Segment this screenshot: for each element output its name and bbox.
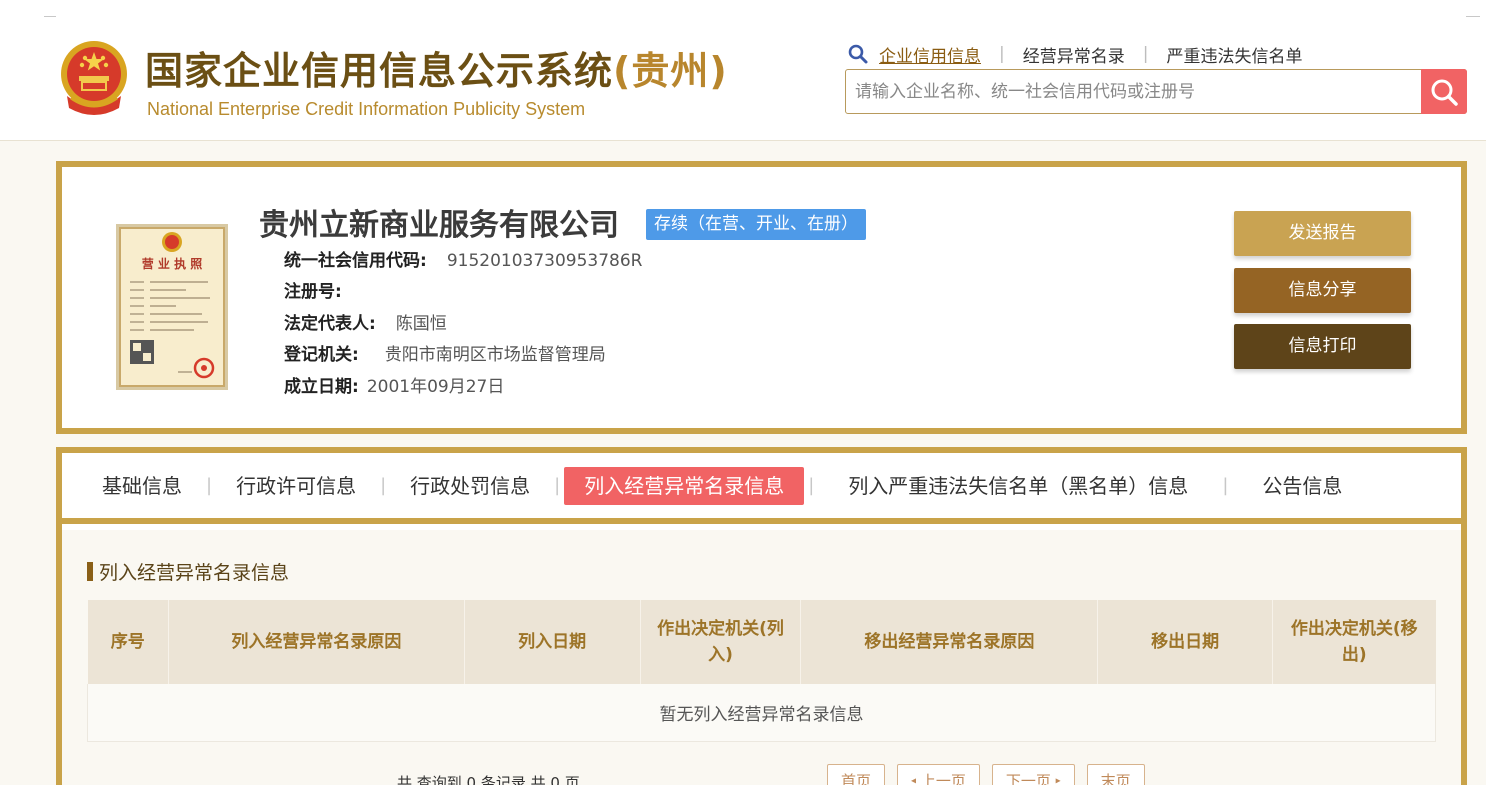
nav-separator: |	[1142, 44, 1149, 64]
info-label: 法定代表人:	[284, 314, 376, 334]
first-page-label: 首页	[841, 772, 872, 785]
first-page-button[interactable]: 首页	[827, 764, 886, 785]
site-title-cn: 国家企业信用信息公示系统(贵州)	[145, 48, 728, 94]
tab-separator: |	[206, 475, 213, 496]
info-label: 登记机关:	[284, 345, 359, 365]
info-row-authority: 登记机关: 贵阳市南明区市场监督管理局	[284, 343, 606, 367]
info-tabs: 基础信息 | 行政许可信息 | 行政处罚信息 | 列入经营异常名录信息 | 列入…	[62, 453, 1461, 524]
top-nav-links: 企业信用信息 | 经营异常名录 | 严重违法失信名单	[847, 42, 1302, 67]
caret-right-icon: ▸	[1055, 775, 1061, 785]
column-header: 移出经营异常名录原因	[800, 600, 1099, 684]
site-header: 国家企业信用信息公示系统(贵州) National Enterprise Cre…	[0, 0, 1486, 141]
site-title-province: (贵州)	[613, 49, 728, 93]
info-value: 陈国恒	[395, 314, 447, 334]
status-badge: 存续（在营、开业、在册）	[646, 209, 866, 240]
table-header-row: 序号 列入经营异常名录原因 列入日期 作出决定机关(列入) 移出经营异常名录原因…	[87, 600, 1436, 684]
site-title-en: National Enterprise Credit Information P…	[147, 99, 586, 119]
info-value: 贵阳市南明区市场监督管理局	[384, 345, 606, 365]
column-header: 作出决定机关(移出)	[1272, 600, 1436, 684]
send-report-button[interactable]: 发送报告	[1234, 211, 1411, 256]
header-divider-left	[44, 16, 56, 17]
national-emblem-icon	[61, 41, 127, 115]
info-label: 统一社会信用代码:	[284, 251, 427, 271]
table-row: 暂无列入经营异常名录信息	[87, 684, 1436, 742]
pagination-summary: 共 查询到 0 条记录 共 0 页	[397, 774, 580, 785]
detail-panel: 基础信息 | 行政许可信息 | 行政处罚信息 | 列入经营异常名录信息 | 列入…	[56, 447, 1467, 785]
next-page-button[interactable]: 下一页 ▸	[991, 764, 1075, 785]
column-header: 列入日期	[464, 600, 641, 684]
license-title: 营 业 执 照	[142, 256, 203, 271]
nav-link-abnormal-list[interactable]: 经营异常名录	[1023, 42, 1125, 67]
next-page-label: 下一页	[1005, 772, 1051, 785]
tab-admin-license[interactable]: 行政许可信息	[216, 467, 376, 505]
business-license-image: 营 业 执 照	[116, 224, 228, 390]
search-box	[845, 69, 1467, 114]
info-label: 成立日期:	[284, 377, 359, 397]
nav-separator: |	[999, 44, 1005, 64]
search-magnifier-icon	[848, 44, 868, 64]
info-value: 2001年09月27日	[366, 377, 505, 397]
abnormal-list-table: 序号 列入经营异常名录原因 列入日期 作出决定机关(列入) 移出经营异常名录原因…	[87, 600, 1436, 742]
share-button[interactable]: 信息分享	[1234, 268, 1411, 313]
tab-separator: |	[380, 475, 387, 496]
tab-abnormal-list[interactable]: 列入经营异常名录信息	[564, 466, 805, 505]
header-divider-right	[1466, 16, 1480, 17]
info-row-reg-number: 注册号:	[284, 280, 352, 304]
search-button[interactable]	[1421, 69, 1467, 114]
company-name: 贵州立新商业服务有限公司	[259, 208, 619, 243]
nav-link-blacklist[interactable]: 严重违法失信名单	[1166, 42, 1302, 67]
company-summary-panel: 营 业 执 照 贵州立新商业服务有限公司 存续（在营、开业、在册） 统一社会信用…	[56, 161, 1467, 434]
info-label: 注册号:	[284, 282, 342, 302]
search-icon	[1431, 79, 1458, 106]
prev-page-label: 上一页	[920, 772, 966, 785]
tab-content: 列入经营异常名录信息 序号 列入经营异常名录原因 列入日期 作出决定机关(列入)…	[62, 530, 1461, 785]
print-button[interactable]: 信息打印	[1234, 324, 1411, 369]
section-title-bar	[87, 562, 93, 581]
caret-left-icon: ◂	[911, 775, 917, 785]
column-header: 移出日期	[1097, 600, 1274, 684]
tab-separator: |	[554, 475, 561, 496]
column-header: 序号	[87, 600, 169, 684]
section-title-text: 列入经营异常名录信息	[99, 562, 290, 584]
pagination: 首页 ◂ 上一页 下一页 ▸ 末页	[827, 764, 1157, 785]
site-title-main: 国家企业信用信息公示系统	[145, 49, 614, 93]
info-row-credit-code: 统一社会信用代码: 91520103730953786R	[284, 249, 643, 273]
last-page-label: 末页	[1100, 772, 1131, 785]
empty-message: 暂无列入经营异常名录信息	[87, 684, 1436, 742]
info-row-established: 成立日期: 2001年09月27日	[284, 375, 504, 399]
info-value: 91520103730953786R	[446, 251, 643, 271]
section-title: 列入经营异常名录信息	[87, 558, 289, 585]
search-input[interactable]	[846, 70, 1421, 113]
tab-separator: |	[808, 475, 815, 496]
last-page-button[interactable]: 末页	[1086, 764, 1145, 785]
tab-basic-info[interactable]: 基础信息	[82, 467, 202, 505]
column-header: 列入经营异常名录原因	[168, 600, 465, 684]
info-row-legal-rep: 法定代表人: 陈国恒	[284, 312, 447, 336]
tab-separator: |	[1222, 475, 1229, 496]
prev-page-button[interactable]: ◂ 上一页	[897, 764, 980, 785]
tab-announcements[interactable]: 公告信息	[1232, 467, 1362, 505]
tab-admin-penalty[interactable]: 行政处罚信息	[390, 467, 550, 505]
tab-blacklist[interactable]: 列入严重违法失信名单（黑名单）信息	[818, 467, 1218, 505]
nav-link-credit-info[interactable]: 企业信用信息	[879, 42, 981, 67]
column-header: 作出决定机关(列入)	[640, 600, 802, 684]
